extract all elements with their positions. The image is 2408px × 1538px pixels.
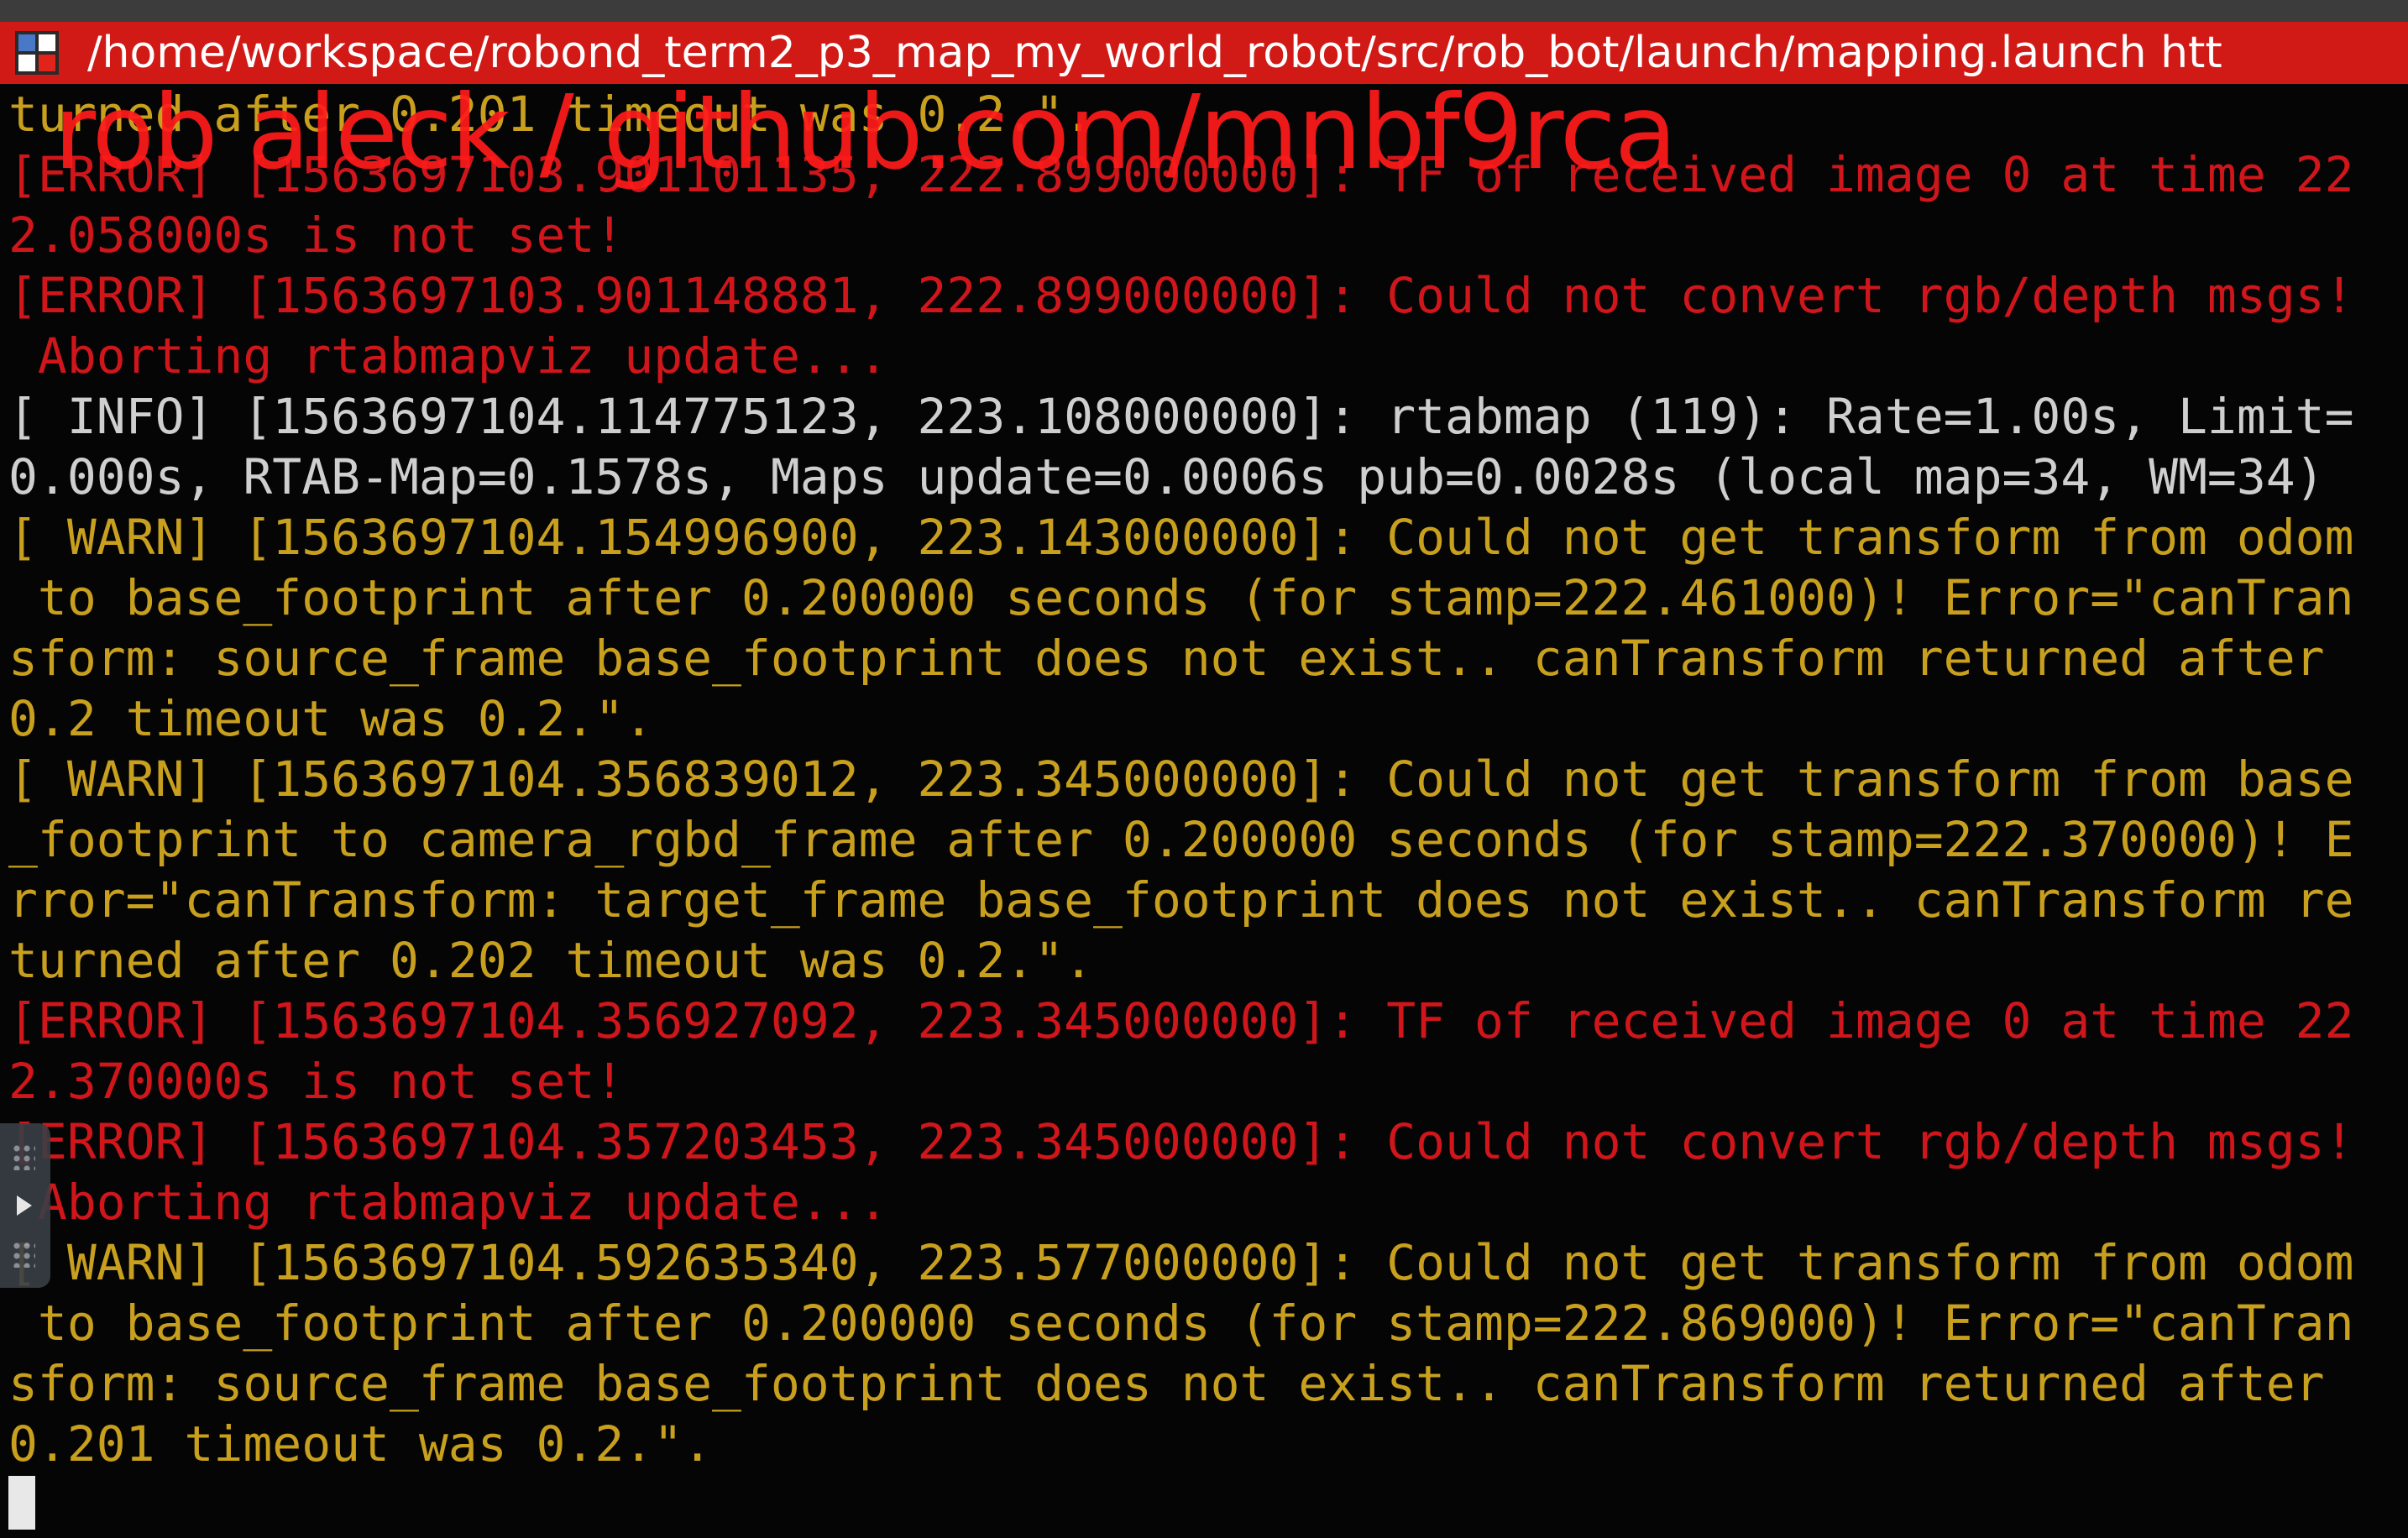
terminal-line: [ WARN] [1563697104.154996900, 223.14300…	[8, 509, 2354, 566]
terminal-line: _footprint to camera_rgbd_frame after 0.…	[8, 811, 2354, 868]
watermark: rob aleck / github.com/mnbf9rca	[54, 73, 1678, 192]
screen: /home/workspace/robond_term2_p3_map_my_w…	[0, 0, 2408, 1538]
terminal-output[interactable]: turned after 0.201 timeout was 0.2.". [ER…	[0, 84, 2408, 1538]
terminal-line: [ WARN] [1563697104.592635340, 223.57700…	[8, 1234, 2354, 1291]
terminal-line: to base_footprint after 0.200000 seconds…	[8, 569, 2354, 626]
terminal-line: to base_footprint after 0.200000 seconds…	[8, 1295, 2354, 1352]
grip-dots-icon	[12, 1143, 35, 1170]
terminal-line: sform: source_frame base_footprint does …	[8, 630, 2325, 687]
terminal-line: 2.058000s is not set!	[8, 207, 625, 264]
terminal-line: [ERROR] [1563697104.357203453, 223.34500…	[8, 1113, 2354, 1170]
terminal-line: sform: source_frame base_footprint does …	[8, 1355, 2325, 1412]
play-icon[interactable]	[17, 1195, 32, 1216]
terminal-line: 2.370000s is not set!	[8, 1053, 625, 1110]
terminal-line: Aborting rtabmapviz update...	[8, 327, 888, 384]
terminal-app-icon	[15, 31, 59, 75]
terminal-line: 0.201 timeout was 0.2.".	[8, 1415, 713, 1473]
terminal-cursor	[8, 1476, 35, 1530]
terminal-line: [ WARN] [1563697104.356839012, 223.34500…	[8, 751, 2354, 808]
terminal-line: turned after 0.202 timeout was 0.2.".	[8, 932, 1094, 989]
grip-dots-icon	[12, 1241, 35, 1268]
terminal-line: [ERROR] [1563697103.901148881, 222.89900…	[8, 267, 2354, 324]
side-panel-handle[interactable]	[0, 1123, 50, 1288]
terminal-line: [ERROR] [1563697104.356927092, 223.34500…	[8, 992, 2354, 1049]
terminal-line: rror="canTransform: target_frame base_fo…	[8, 871, 2354, 929]
terminal-line: 0.2 timeout was 0.2.".	[8, 690, 654, 747]
terminal-line: 0.000s, RTAB-Map=0.1578s, Maps update=0.…	[8, 448, 2325, 505]
terminal-line: Aborting rtabmapviz update...	[8, 1174, 888, 1231]
terminal-line: [ INFO] [1563697104.114775123, 223.10800…	[8, 388, 2354, 445]
top-strip	[0, 0, 2408, 22]
